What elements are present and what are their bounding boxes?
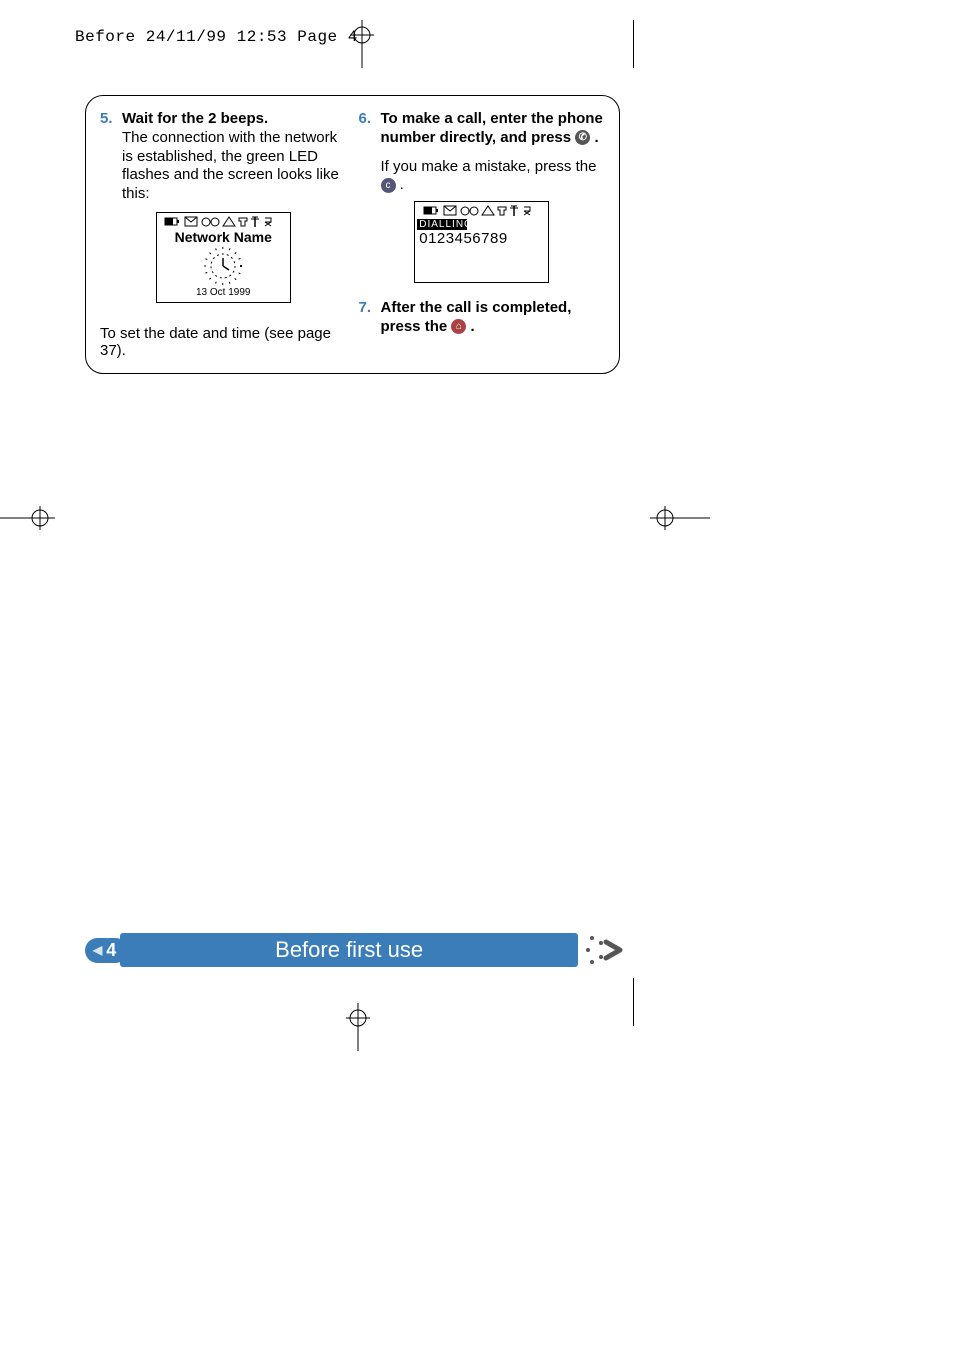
page-number-badge: ◀4 (85, 938, 128, 963)
phone-screen-dialling: DIALLING 0123456789 (414, 201, 549, 283)
section-title-bar: Before first use (120, 933, 578, 967)
crop-mark-top (342, 20, 382, 68)
page-footer: ◀4 Before first use (85, 930, 630, 970)
status-icons (157, 215, 290, 229)
network-name: Network Name (157, 229, 290, 245)
page-number: 4 (106, 940, 116, 960)
crop-mark-right (650, 498, 710, 538)
step-number: 6. (359, 110, 375, 195)
print-header: Before 24/11/99 12:53 Page 4 (75, 28, 358, 46)
step-7-title-1: After the call is completed, press the (381, 299, 572, 335)
step-5-footnote: To set the date and time (see page 37). (100, 325, 347, 359)
status-icons (422, 204, 542, 218)
step-number: 7. (359, 299, 375, 337)
step-6-title-2: . (594, 129, 598, 146)
step-number: 5. (100, 110, 116, 204)
clock-icon (157, 245, 290, 287)
step-5-body: The connection with the network is estab… (122, 129, 339, 202)
call-button-icon: ✆ (575, 130, 590, 145)
crop-mark-bottom-right (633, 978, 634, 1026)
crop-mark-bottom (338, 1003, 378, 1051)
step-6-body-2: . (400, 176, 404, 193)
col-left: 5. Wait for the 2 beeps. The connection … (100, 110, 347, 359)
crop-mark-left (0, 498, 55, 538)
col-right: 6. To make a call, enter the phone numbe… (359, 110, 606, 359)
screen-date: 13 Oct 1999 (157, 287, 290, 298)
dialling-label: DIALLING (417, 219, 467, 230)
step-7: 7. After the call is completed, press th… (359, 299, 606, 337)
hangup-button-icon: ⌂ (451, 319, 466, 334)
phone-screen-idle: Network Name 13 Oct 1999 (156, 212, 291, 303)
step-5-title: Wait for the 2 beeps. (122, 110, 268, 127)
dialled-number: 0123456789 (415, 230, 548, 247)
step-6: 6. To make a call, enter the phone numbe… (359, 110, 606, 195)
content-frame: 5. Wait for the 2 beeps. The connection … (85, 95, 620, 374)
clear-button-icon: c (381, 178, 396, 193)
step-6-title-1: To make a call, enter the phone number d… (381, 110, 603, 146)
dots-logo-icon (584, 930, 630, 970)
step-6-body-1: If you make a mistake, press the (381, 158, 597, 175)
step-7-title-2: . (471, 318, 475, 335)
crop-mark-top-right (633, 20, 634, 68)
step-5: 5. Wait for the 2 beeps. The connection … (100, 110, 347, 204)
